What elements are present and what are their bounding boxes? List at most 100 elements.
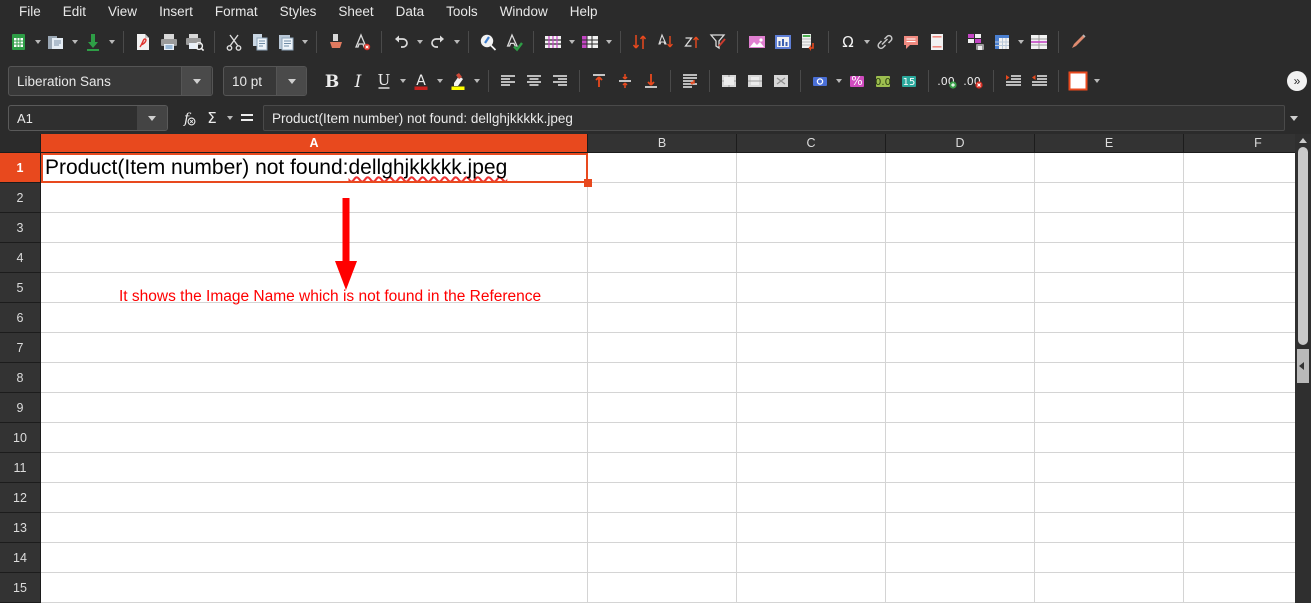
cell-a7[interactable] — [41, 333, 588, 363]
column-header-f[interactable]: F — [1184, 134, 1311, 153]
row-icon[interactable] — [540, 29, 566, 55]
menu-item-sheet[interactable]: Sheet — [327, 0, 384, 24]
column-header-a[interactable]: A — [41, 134, 588, 153]
cell-c11[interactable] — [737, 453, 886, 483]
draw-functions-icon[interactable] — [1065, 29, 1091, 55]
formula-input[interactable]: Product(Item number) not found: dellghjk… — [263, 105, 1285, 131]
cell-e2[interactable] — [1035, 183, 1184, 213]
menu-item-tools[interactable]: Tools — [435, 0, 489, 24]
cell-b11[interactable] — [588, 453, 737, 483]
cell-d14[interactable] — [886, 543, 1035, 573]
cell-e13[interactable] — [1035, 513, 1184, 543]
cell-f11[interactable] — [1184, 453, 1311, 483]
open-file-dropdown[interactable] — [69, 29, 80, 55]
align-right-icon[interactable] — [547, 68, 573, 94]
new-document-dropdown[interactable] — [32, 29, 43, 55]
cell-c10[interactable] — [737, 423, 886, 453]
select-all-corner[interactable] — [0, 134, 41, 153]
cell-f2[interactable] — [1184, 183, 1311, 213]
menu-item-format[interactable]: Format — [204, 0, 269, 24]
spelling-icon[interactable] — [501, 29, 527, 55]
split-window-icon[interactable] — [1026, 29, 1052, 55]
cell-f15[interactable] — [1184, 573, 1311, 603]
sort-icon[interactable] — [627, 29, 653, 55]
cell-b2[interactable] — [588, 183, 737, 213]
cell-grid[interactable]: Product(Item number) not found: dellghjk… — [41, 153, 1311, 603]
cell-e6[interactable] — [1035, 303, 1184, 333]
column-header-d[interactable]: D — [886, 134, 1035, 153]
save-dropdown[interactable] — [106, 29, 117, 55]
special-character-icon[interactable]: Ω — [835, 29, 861, 55]
row-header-4[interactable]: 4 — [0, 243, 41, 273]
cell-f5[interactable] — [1184, 273, 1311, 303]
cell-e8[interactable] — [1035, 363, 1184, 393]
cell-b1[interactable] — [588, 153, 737, 183]
cell-d4[interactable] — [886, 243, 1035, 273]
cell-d10[interactable] — [886, 423, 1035, 453]
autofilter-icon[interactable] — [705, 29, 731, 55]
column-header-b[interactable]: B — [588, 134, 737, 153]
cell-f9[interactable] — [1184, 393, 1311, 423]
add-decimal-icon[interactable]: .00 — [935, 68, 961, 94]
underline-icon[interactable]: U — [371, 68, 397, 94]
cell-c15[interactable] — [737, 573, 886, 603]
cell-e11[interactable] — [1035, 453, 1184, 483]
cell-c1[interactable] — [737, 153, 886, 183]
cell-d9[interactable] — [886, 393, 1035, 423]
cell-c9[interactable] — [737, 393, 886, 423]
cell-a12[interactable] — [41, 483, 588, 513]
vertical-scrollbar-thumb[interactable] — [1298, 153, 1308, 345]
cell-d5[interactable] — [886, 273, 1035, 303]
cell-e12[interactable] — [1035, 483, 1184, 513]
cell-b12[interactable] — [588, 483, 737, 513]
cell-e10[interactable] — [1035, 423, 1184, 453]
row-header-14[interactable]: 14 — [0, 543, 41, 573]
borders-dropdown[interactable] — [1091, 68, 1102, 94]
cell-d12[interactable] — [886, 483, 1035, 513]
redo-dropdown[interactable] — [451, 29, 462, 55]
freeze-rows-columns-icon[interactable] — [989, 29, 1015, 55]
row-header-9[interactable]: 9 — [0, 393, 41, 423]
new-document-icon[interactable] — [6, 29, 32, 55]
row-header-6[interactable]: 6 — [0, 303, 41, 333]
bold-icon[interactable]: B — [319, 68, 345, 94]
align-left-icon[interactable] — [495, 68, 521, 94]
insert-image-icon[interactable] — [744, 29, 770, 55]
cell-c5[interactable] — [737, 273, 886, 303]
formula-icon[interactable] — [235, 105, 259, 131]
cell-f7[interactable] — [1184, 333, 1311, 363]
cell-f14[interactable] — [1184, 543, 1311, 573]
cell-e15[interactable] — [1035, 573, 1184, 603]
menu-item-styles[interactable]: Styles — [269, 0, 328, 24]
fill-handle[interactable] — [584, 179, 592, 187]
find-replace-icon[interactable] — [475, 29, 501, 55]
cell-c14[interactable] — [737, 543, 886, 573]
font-size-combo[interactable]: 10 pt — [223, 66, 307, 96]
cell-d13[interactable] — [886, 513, 1035, 543]
split-handle-icon[interactable] — [1297, 349, 1309, 383]
print-area-icon[interactable] — [963, 29, 989, 55]
wrap-text-icon[interactable] — [677, 68, 703, 94]
menu-item-data[interactable]: Data — [385, 0, 436, 24]
highlight-color-icon[interactable] — [445, 68, 471, 94]
print-preview-icon[interactable] — [182, 29, 208, 55]
menu-item-help[interactable]: Help — [559, 0, 609, 24]
cell-d6[interactable] — [886, 303, 1035, 333]
cell-b3[interactable] — [588, 213, 737, 243]
align-top-icon[interactable] — [586, 68, 612, 94]
clear-formatting-icon[interactable] — [349, 29, 375, 55]
cell-f10[interactable] — [1184, 423, 1311, 453]
row-header-8[interactable]: 8 — [0, 363, 41, 393]
cell-b15[interactable] — [588, 573, 737, 603]
cell-a2[interactable] — [41, 183, 588, 213]
insert-chart-icon[interactable] — [770, 29, 796, 55]
pivot-table-icon[interactable] — [796, 29, 822, 55]
decrease-indent-icon[interactable] — [1026, 68, 1052, 94]
header-footer-icon[interactable] — [924, 29, 950, 55]
redo-icon[interactable] — [425, 29, 451, 55]
borders-icon[interactable] — [1065, 68, 1091, 94]
cell-d11[interactable] — [886, 453, 1035, 483]
sum-icon[interactable]: Σ — [200, 105, 224, 131]
number-format-icon[interactable]: 0.0 — [870, 68, 896, 94]
cell-b14[interactable] — [588, 543, 737, 573]
